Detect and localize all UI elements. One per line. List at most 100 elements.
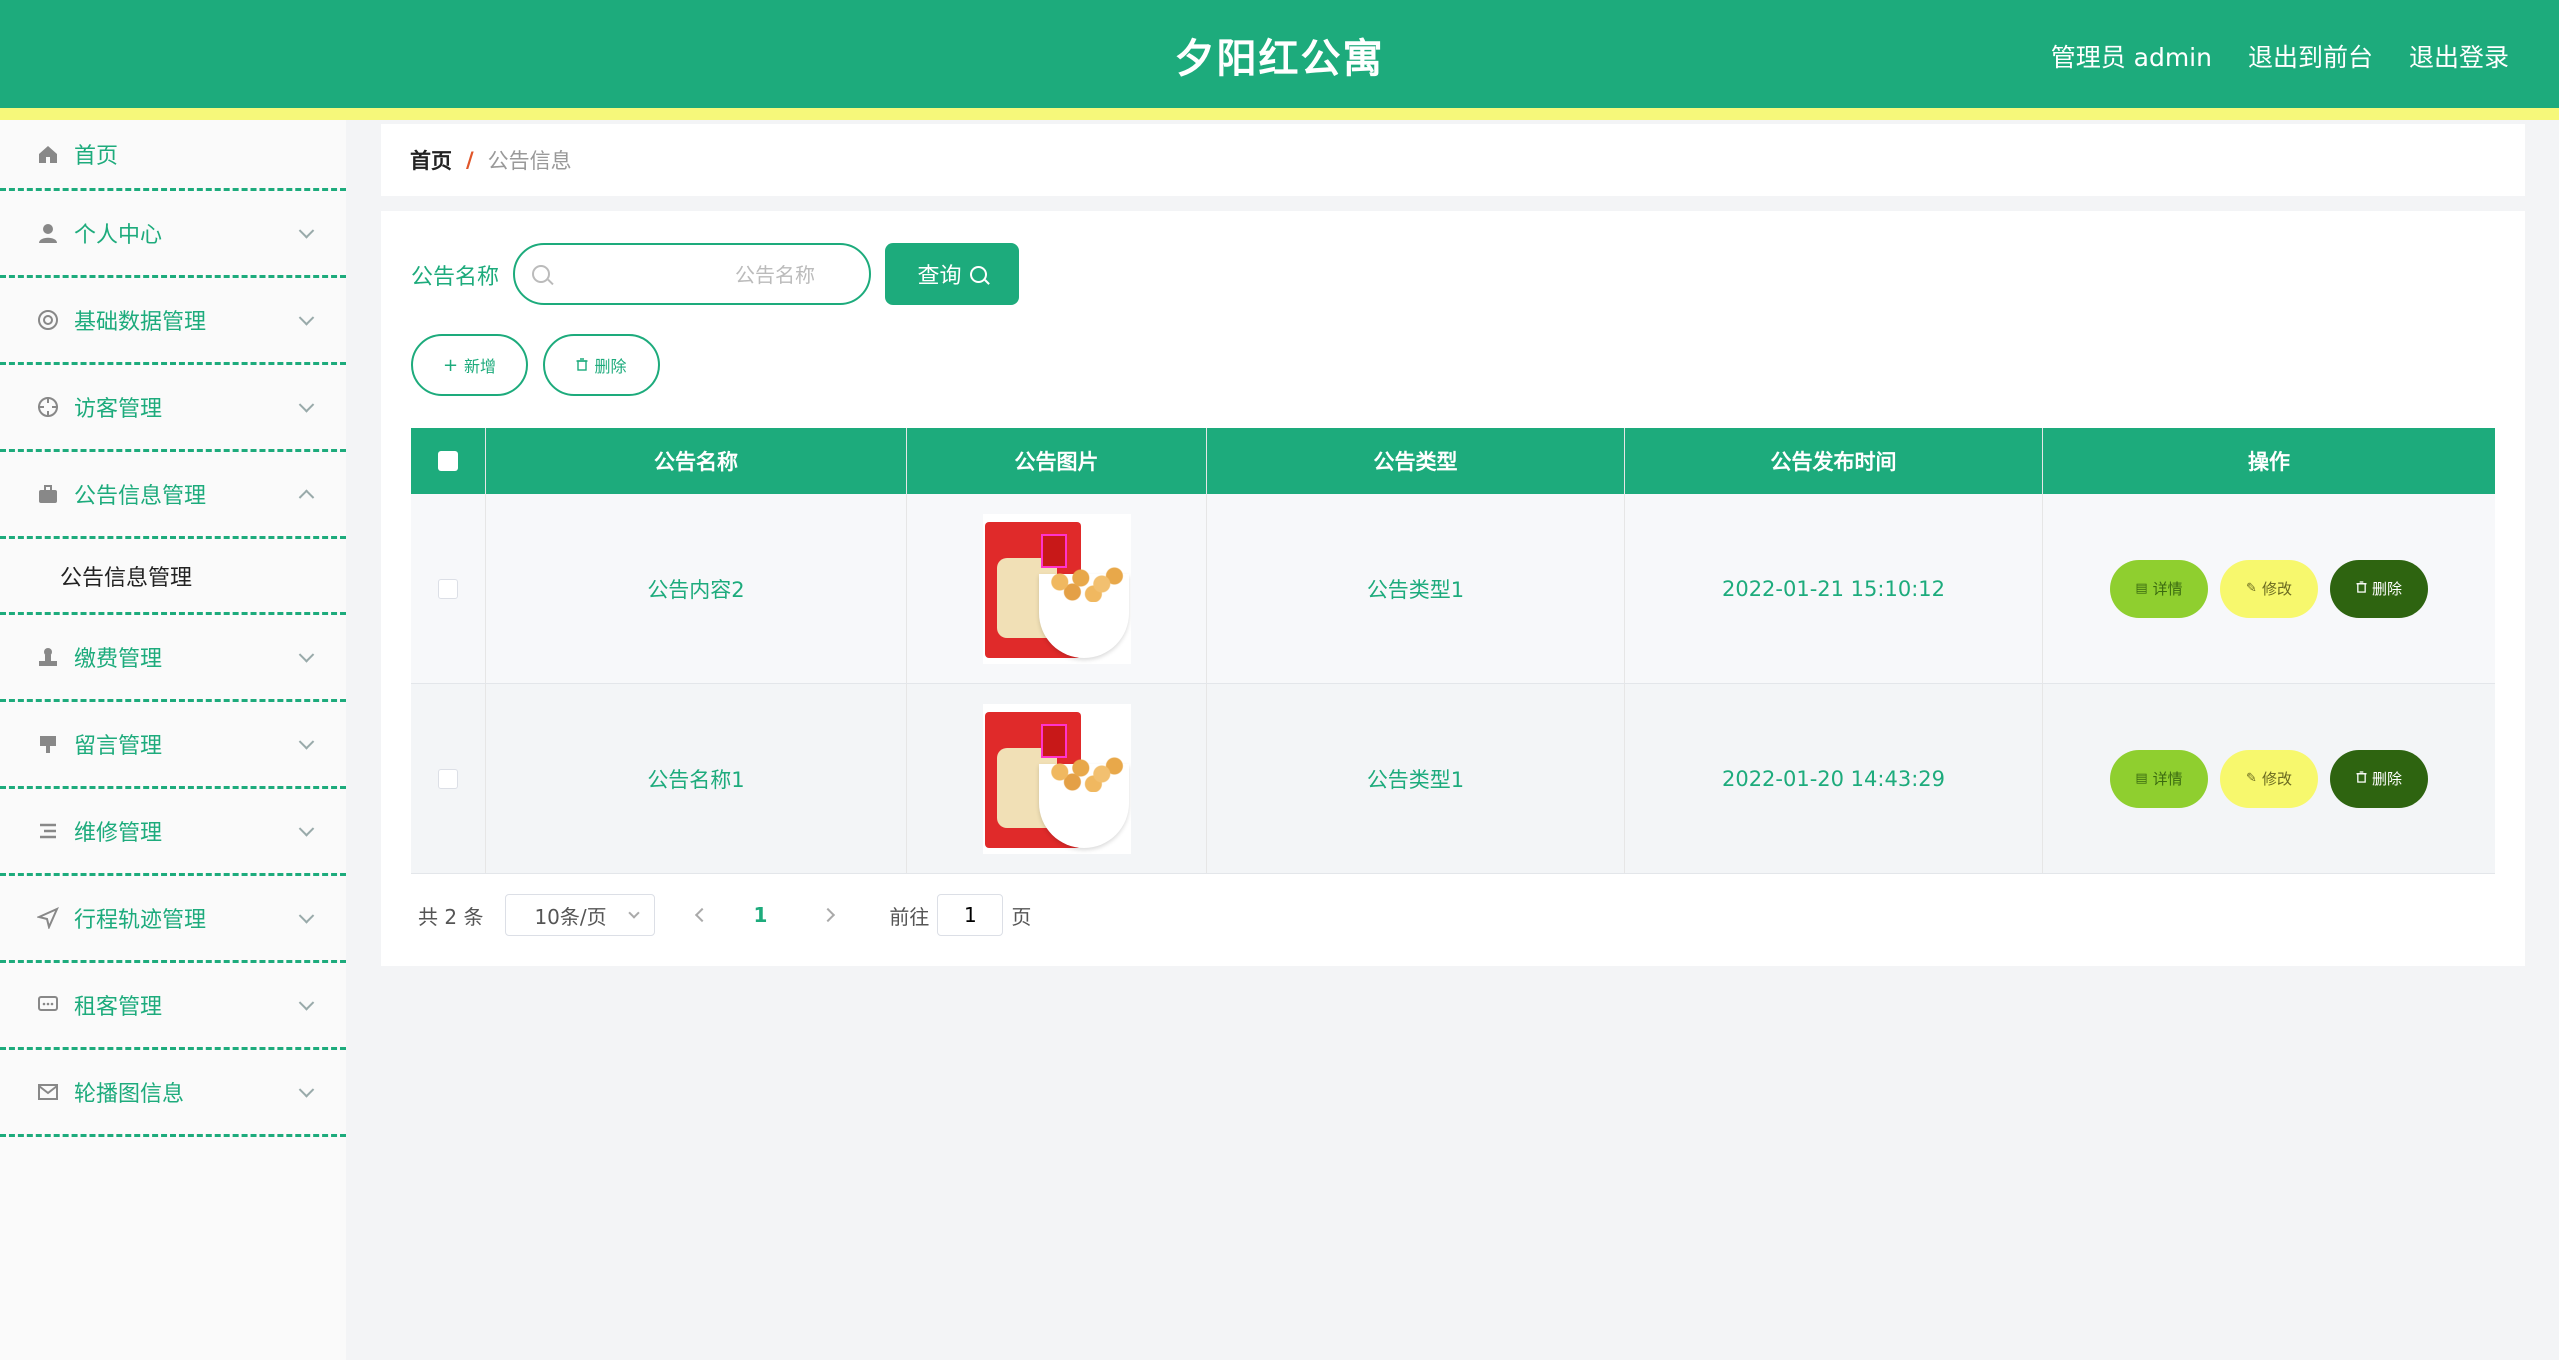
- actions-cell: ▤ 详情 ✎ 修改 删除: [2043, 684, 2495, 873]
- column-header: 公告类型: [1207, 428, 1625, 494]
- delete-button-label: 删除: [2371, 580, 2402, 598]
- batch-delete-button[interactable]: 删除: [543, 334, 660, 396]
- column-header: 公告图片: [907, 428, 1207, 494]
- notice-table: 公告名称 公告图片 公告类型 公告发布时间 操作 公告内容2 公告类型1 202…: [411, 428, 2495, 874]
- detail-button[interactable]: ▤ 详情: [2110, 559, 2208, 618]
- product-nuts: [1042, 561, 1127, 602]
- home-icon: [36, 142, 60, 166]
- notice-image[interactable]: [982, 703, 1131, 854]
- query-button[interactable]: 查询: [885, 243, 1019, 305]
- notice-image-cell: [907, 684, 1207, 873]
- chevron-down-icon: [298, 995, 315, 1011]
- briefcase-icon: [36, 482, 60, 506]
- sidebar-item-label: 轮播图信息: [74, 1082, 185, 1107]
- product-nuts: [1042, 751, 1127, 792]
- breadcrumb: 首页 / 公告信息: [381, 124, 2525, 196]
- edit-button[interactable]: ✎ 修改: [2220, 559, 2318, 618]
- sidebar-item-label: 留言管理: [74, 734, 163, 759]
- add-button-label: 新增: [464, 357, 497, 376]
- row-select-cell: [411, 494, 486, 683]
- search-icon: [532, 265, 550, 283]
- edit-button[interactable]: ✎ 修改: [2220, 749, 2318, 808]
- sidebar-item-home[interactable]: 首页: [0, 120, 346, 191]
- row-checkbox[interactable]: [438, 768, 458, 789]
- top-header: 夕阳红公寓 管理员 admin 退出到前台 退出登录: [0, 0, 2559, 108]
- target-icon: [36, 395, 60, 419]
- page-number-current[interactable]: 1: [753, 903, 767, 927]
- search-input[interactable]: [555, 255, 855, 295]
- table-row: 公告名称1 公告类型1 2022-01-20 14:43:29 ▤ 详情 ✎ 修…: [411, 684, 2495, 874]
- stamp-icon: [36, 645, 60, 669]
- sidebar-item-notice[interactable]: 公告信息管理: [0, 452, 346, 539]
- table-header: 公告名称 公告图片 公告类型 公告发布时间 操作: [411, 428, 2495, 494]
- detail-button-label: 详情: [2152, 580, 2183, 598]
- column-header: 操作: [2248, 450, 2290, 474]
- query-button-label: 查询: [917, 264, 962, 289]
- lifebuoy-icon: [36, 308, 60, 332]
- chevron-down-icon: [298, 647, 315, 663]
- delete-button[interactable]: 删除: [2330, 559, 2428, 618]
- navigation-icon: [36, 906, 60, 930]
- chevron-down-icon: [298, 734, 315, 750]
- detail-button-label: 详情: [2152, 770, 2183, 788]
- user-icon: [36, 221, 60, 245]
- delete-button[interactable]: 删除: [2330, 749, 2428, 808]
- notice-type-cell: 公告类型1: [1207, 494, 1625, 683]
- sidebar-item-message[interactable]: 留言管理: [0, 702, 346, 789]
- trash-icon: [576, 355, 588, 376]
- add-button[interactable]: + 新增: [411, 334, 528, 396]
- admin-user-label[interactable]: 管理员 admin: [2051, 38, 2212, 74]
- sidebar-item-basic-data[interactable]: 基础数据管理: [0, 278, 346, 365]
- notice-type-cell: 公告类型1: [1207, 684, 1625, 873]
- detail-button[interactable]: ▤ 详情: [2110, 749, 2208, 808]
- sidebar-item-carousel[interactable]: 轮播图信息: [0, 1050, 346, 1137]
- notice-image[interactable]: [982, 513, 1131, 664]
- pagination-total: 共 2 条: [418, 904, 484, 929]
- sidebar-item-label: 行程轨迹管理: [74, 908, 207, 933]
- column-header: 公告发布时间: [1625, 428, 2043, 494]
- delete-button-label: 删除: [2371, 770, 2402, 788]
- breadcrumb-separator: /: [466, 148, 474, 172]
- prev-page-button[interactable]: [695, 907, 710, 923]
- flag-icon: [36, 732, 60, 756]
- sidebar-item-repair[interactable]: 维修管理: [0, 789, 346, 876]
- row-checkbox[interactable]: [438, 578, 458, 599]
- sidebar-item-trip[interactable]: 行程轨迹管理: [0, 876, 346, 963]
- notice-name-cell: 公告名称1: [486, 684, 907, 873]
- document-icon: ▤: [2135, 581, 2148, 596]
- header-select-all: [411, 428, 486, 494]
- goto-label: 前往: [889, 904, 930, 929]
- sidebar-item-visitor[interactable]: 访客管理: [0, 365, 346, 452]
- sidebar-item-tenant[interactable]: 租客管理: [0, 963, 346, 1050]
- header-accent-strip: [0, 108, 2559, 120]
- breadcrumb-home[interactable]: 首页: [410, 145, 452, 175]
- pencil-icon: ✎: [2246, 771, 2257, 786]
- submenu-item-notice-management[interactable]: 公告信息管理: [0, 539, 346, 615]
- column-header: 公告名称: [486, 428, 907, 494]
- page-size-value: 10条/页: [534, 904, 607, 929]
- goto-page-input[interactable]: [937, 894, 1004, 936]
- pencil-icon: ✎: [2246, 581, 2257, 596]
- actions-cell: ▤ 详情 ✎ 修改 删除: [2043, 494, 2495, 683]
- edit-button-label: 修改: [2261, 580, 2292, 598]
- sidebar-item-personal-center[interactable]: 个人中心: [0, 191, 346, 278]
- sidebar-item-label: 个人中心: [74, 223, 163, 248]
- select-all-checkbox[interactable]: [438, 451, 458, 471]
- exit-to-frontend-link[interactable]: 退出到前台: [2248, 38, 2373, 74]
- chevron-down-icon: [298, 821, 315, 837]
- logout-link[interactable]: 退出登录: [2409, 38, 2509, 74]
- chevron-down-icon: [298, 1082, 315, 1098]
- pagination: 共 2 条 10条/页 1 前往 页: [418, 894, 1031, 936]
- plus-icon: +: [442, 354, 459, 376]
- sidebar-item-label: 基础数据管理: [74, 310, 207, 335]
- sidebar-item-label: 缴费管理: [74, 647, 163, 672]
- main-panel: 公告名称 查询 + 新增 删除 公告名称 公告图片 公告类型 公告发布时间 操作…: [381, 211, 2525, 966]
- page-size-select[interactable]: 10条/页: [505, 894, 656, 936]
- sidebar-item-payment[interactable]: 缴费管理: [0, 615, 346, 702]
- sidebar-item-label: 首页: [74, 144, 119, 169]
- header-links: 管理员 admin 退出到前台 退出登录: [2051, 38, 2509, 74]
- trash-icon: [2356, 580, 2367, 597]
- chevron-up-icon: [298, 489, 315, 506]
- notice-time-cell: 2022-01-21 15:10:12: [1625, 494, 2043, 683]
- next-page-button[interactable]: [821, 907, 836, 923]
